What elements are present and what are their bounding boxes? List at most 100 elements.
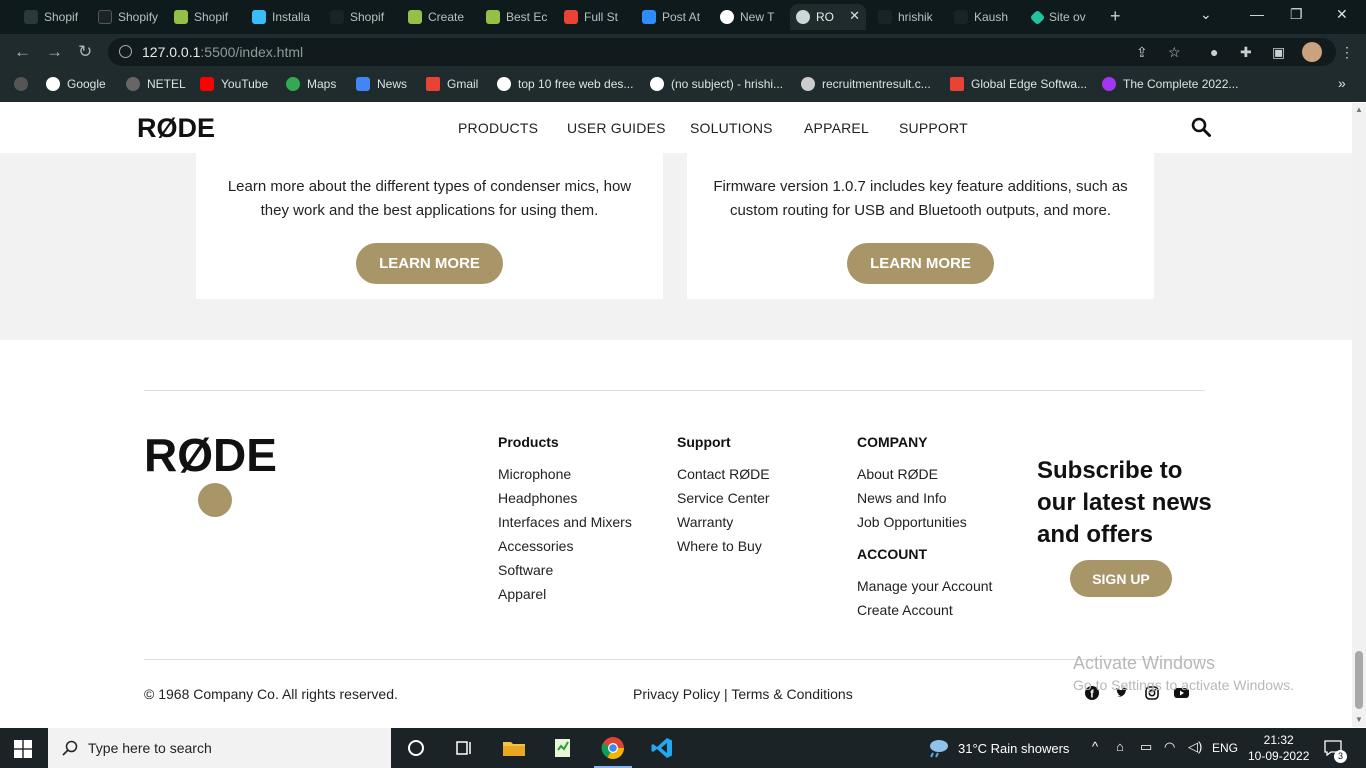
minimize-icon[interactable]: — xyxy=(1250,6,1264,22)
footer-link[interactable]: Interfaces and Mixers xyxy=(498,514,632,530)
bookmark-youtube[interactable]: YouTube xyxy=(200,77,268,91)
weather-rain-icon[interactable] xyxy=(926,738,950,758)
footer-link[interactable]: Headphones xyxy=(498,490,577,506)
restore-icon[interactable]: ❐ xyxy=(1290,6,1303,23)
notepad-plus-icon[interactable] xyxy=(551,736,575,760)
tray-chevron-icon[interactable]: ^ xyxy=(1092,739,1098,754)
footer-account-title: ACCOUNT xyxy=(857,546,927,562)
battery-icon[interactable]: ▭ xyxy=(1140,739,1152,755)
browser-tab-active[interactable]: RO ✕ xyxy=(790,4,866,30)
nav-support[interactable]: SUPPORT xyxy=(899,120,968,136)
share-icon[interactable]: ⇪ xyxy=(1136,44,1148,61)
browser-tab[interactable]: Create xyxy=(402,4,474,30)
privacy-policy-link[interactable]: Privacy Policy xyxy=(633,686,720,702)
footer-link[interactable]: Service Center xyxy=(677,490,770,506)
bookmark-no-subject[interactable]: (no subject) - hrishi... xyxy=(650,77,783,91)
browser-tab[interactable]: Shopif xyxy=(324,4,396,30)
terms-link[interactable]: Terms & Conditions xyxy=(731,686,852,702)
sign-up-button[interactable]: SIGN UP xyxy=(1070,560,1172,597)
search-icon[interactable] xyxy=(1191,117,1211,137)
site-logo[interactable]: RØDE xyxy=(137,113,215,144)
footer-logo[interactable]: RØDE xyxy=(144,428,277,482)
subscribe-heading: Subscribe to our latest news and offers xyxy=(1037,457,1212,548)
browser-tab[interactable]: New T xyxy=(714,4,786,30)
new-tab-button[interactable]: + xyxy=(1110,6,1121,27)
bookmark-google[interactable]: Google xyxy=(46,77,106,91)
browser-tab[interactable]: Site ov xyxy=(1026,4,1102,30)
footer-link[interactable]: Contact RØDE xyxy=(677,466,770,482)
windows-start-icon[interactable] xyxy=(14,740,32,758)
close-window-icon[interactable]: ✕ xyxy=(1336,6,1348,23)
footer-link[interactable]: About RØDE xyxy=(857,466,938,482)
browser-tab[interactable]: Shopif xyxy=(18,4,88,30)
apps-icon[interactable] xyxy=(14,77,28,91)
browser-tab[interactable]: Best Ec xyxy=(480,4,552,30)
reload-icon[interactable]: ↻ xyxy=(78,42,92,62)
footer-link[interactable]: Accessories xyxy=(498,538,573,554)
site-header: RØDE PRODUCTS USER GUIDES SOLUTIONS APPA… xyxy=(0,103,1352,153)
language-indicator[interactable]: ENG xyxy=(1212,741,1238,755)
footer-link[interactable]: Manage your Account xyxy=(857,578,992,594)
footer-link[interactable]: Where to Buy xyxy=(677,538,762,554)
nav-user-guides[interactable]: USER GUIDES xyxy=(567,120,666,136)
footer-link[interactable]: News and Info xyxy=(857,490,947,506)
footer-link[interactable]: Apparel xyxy=(498,586,546,602)
tab-favicon-icon xyxy=(954,10,968,24)
chrome-icon[interactable] xyxy=(601,736,625,760)
cortana-icon[interactable] xyxy=(404,736,428,760)
bookmark-news[interactable]: News xyxy=(356,77,407,91)
browser-tab[interactable]: Shopif xyxy=(168,4,240,30)
bookmark-maps[interactable]: Maps xyxy=(286,77,336,91)
wifi-icon[interactable]: ◠ xyxy=(1164,739,1175,755)
extension-icon[interactable]: ● xyxy=(1210,44,1218,60)
taskbar-clock[interactable]: 21:32 10-09-2022 xyxy=(1248,732,1309,764)
volume-icon[interactable]: ◁) xyxy=(1188,739,1202,755)
bookmark-complete-2022[interactable]: The Complete 2022... xyxy=(1102,77,1238,91)
browser-tab[interactable]: Shopify xyxy=(92,4,164,30)
scroll-up-icon[interactable]: ▲ xyxy=(1355,105,1363,114)
browser-tab[interactable]: Full St xyxy=(558,4,630,30)
vscode-icon[interactable] xyxy=(650,736,674,760)
browser-tab[interactable]: Installa xyxy=(246,4,318,30)
file-explorer-icon[interactable] xyxy=(502,736,526,760)
nav-products[interactable]: PRODUCTS xyxy=(458,120,538,136)
browser-tab[interactable]: Kaush xyxy=(948,4,1020,30)
page-scrollbar[interactable]: ▲ ▼ xyxy=(1352,103,1366,727)
browser-tab[interactable]: Post At xyxy=(636,4,708,30)
browser-tab[interactable]: hrishik xyxy=(872,4,942,30)
footer-link[interactable]: Job Opportunities xyxy=(857,514,967,530)
more-bookmarks-icon[interactable]: » xyxy=(1338,75,1346,91)
usb-icon[interactable]: ⌂ xyxy=(1116,739,1124,754)
footer-link[interactable]: Software xyxy=(498,562,553,578)
site-info-icon[interactable] xyxy=(119,45,132,58)
back-icon[interactable]: ← xyxy=(14,42,31,62)
footer-link[interactable]: Warranty xyxy=(677,514,733,530)
close-tab-icon[interactable]: ✕ xyxy=(849,8,860,24)
learn-more-button[interactable]: LEARN MORE xyxy=(847,243,994,284)
google-icon xyxy=(650,77,664,91)
puzzle-icon[interactable]: ✚ xyxy=(1240,44,1252,61)
bookmark-top10[interactable]: top 10 free web des... xyxy=(497,77,633,91)
learn-more-button[interactable]: LEARN MORE xyxy=(356,243,503,284)
bookmark-recruitment[interactable]: recruitmentresult.c... xyxy=(801,77,931,91)
nav-apparel[interactable]: APPAREL xyxy=(804,120,869,136)
footer-link[interactable]: Create Account xyxy=(857,602,953,618)
address-bar[interactable]: 127.0.0.1:5500/index.html ⇪ ☆ xyxy=(108,38,1336,66)
tab-search-icon[interactable]: ⌄ xyxy=(1200,6,1212,23)
bookmark-netel[interactable]: NETEL xyxy=(126,77,186,91)
scroll-thumb[interactable] xyxy=(1355,651,1363,709)
menu-kebab-icon[interactable]: ⋮ xyxy=(1340,44,1354,61)
forward-icon[interactable]: → xyxy=(46,42,63,62)
side-panel-icon[interactable]: ▣ xyxy=(1272,44,1285,61)
bookmark-gmail[interactable]: Gmail xyxy=(426,77,478,91)
weather-text[interactable]: 31°C Rain showers xyxy=(958,741,1069,756)
nav-solutions[interactable]: SOLUTIONS xyxy=(690,120,773,136)
taskbar-search-input[interactable]: Type here to search xyxy=(48,728,391,768)
footer-link[interactable]: Microphone xyxy=(498,466,571,482)
bookmark-star-icon[interactable]: ☆ xyxy=(1168,44,1181,61)
task-view-icon[interactable] xyxy=(452,736,476,760)
profile-avatar[interactable] xyxy=(1302,42,1322,62)
shopify-icon xyxy=(174,10,188,24)
bookmark-global-edge[interactable]: Global Edge Softwa... xyxy=(950,77,1087,91)
scroll-down-icon[interactable]: ▼ xyxy=(1355,715,1363,724)
